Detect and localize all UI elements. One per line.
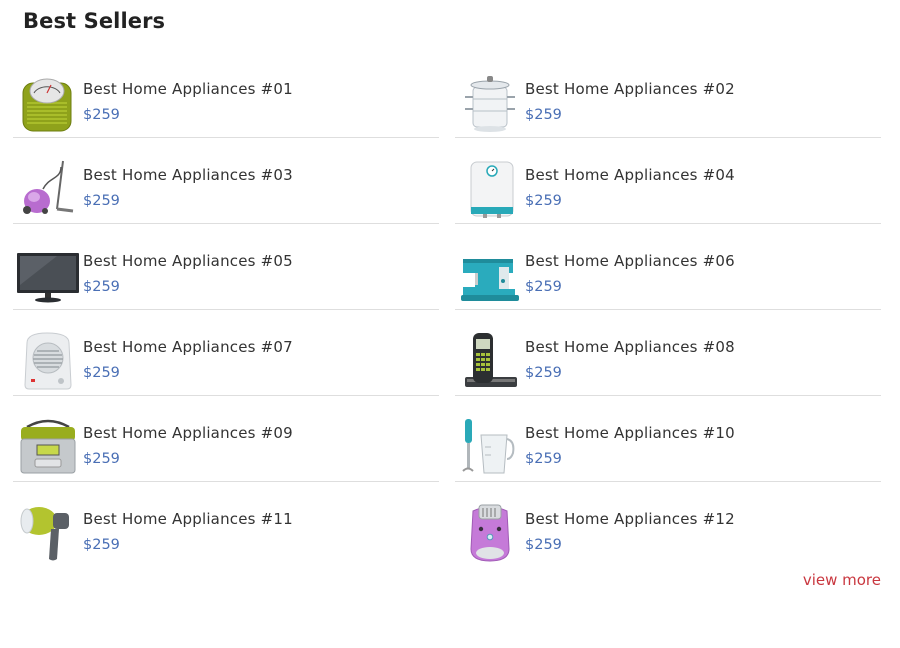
product-item-02[interactable]: Best Home Appliances #02 $259 <box>455 52 881 138</box>
water-heater-icon <box>470 161 514 218</box>
product-price: $259 <box>83 107 120 123</box>
product-price: $259 <box>83 365 120 381</box>
product-price: $259 <box>83 279 120 295</box>
product-item-09[interactable]: Best Home Appliances #09 $259 <box>13 396 439 482</box>
product-price: $259 <box>525 107 562 123</box>
product-item-08[interactable]: Best Home Appliances #08 $259 <box>455 310 881 396</box>
product-price: $259 <box>525 365 562 381</box>
sewing-machine-icon <box>461 259 519 301</box>
product-item-03[interactable]: Best Home Appliances #03 $259 <box>13 138 439 224</box>
product-item-10[interactable]: Best Home Appliances #10 $259 <box>455 396 881 482</box>
product-name[interactable]: Best Home Appliances #05 <box>83 252 293 270</box>
product-price: $259 <box>525 279 562 295</box>
product-price: $259 <box>525 537 562 553</box>
product-name[interactable]: Best Home Appliances #09 <box>83 424 293 442</box>
bathroom-scale-icon <box>22 78 72 132</box>
product-price: $259 <box>83 537 120 553</box>
section-title: Best Sellers <box>23 9 166 33</box>
hand-blender-icon <box>462 419 515 474</box>
fan-heater-icon <box>24 332 72 390</box>
rice-cooker-icon <box>20 419 76 474</box>
product-name[interactable]: Best Home Appliances #03 <box>83 166 293 184</box>
product-item-07[interactable]: Best Home Appliances #07 $259 <box>13 310 439 396</box>
product-name[interactable]: Best Home Appliances #08 <box>525 338 735 356</box>
product-name[interactable]: Best Home Appliances #01 <box>83 80 293 98</box>
product-item-05[interactable]: Best Home Appliances #05 $259 <box>13 224 439 310</box>
epilator-icon <box>470 504 510 562</box>
hair-dryer-icon <box>20 507 69 561</box>
product-item-06[interactable]: Best Home Appliances #06 $259 <box>455 224 881 310</box>
product-price: $259 <box>83 451 120 467</box>
product-item-11[interactable]: Best Home Appliances #11 $259 <box>13 482 439 568</box>
cordless-phone-icon <box>465 333 517 387</box>
product-item-12[interactable]: Best Home Appliances #12 $259 <box>455 482 881 568</box>
product-name[interactable]: Best Home Appliances #10 <box>525 424 735 442</box>
product-item-01[interactable]: Best Home Appliances #01 $259 <box>13 52 439 138</box>
product-price: $259 <box>83 193 120 209</box>
product-price: $259 <box>525 451 562 467</box>
television-icon <box>17 253 79 303</box>
product-name[interactable]: Best Home Appliances #12 <box>525 510 735 528</box>
vacuum-cleaner-icon <box>23 160 74 214</box>
steamer-pot-icon <box>465 76 515 132</box>
product-name[interactable]: Best Home Appliances #04 <box>525 166 735 184</box>
product-name[interactable]: Best Home Appliances #06 <box>525 252 735 270</box>
product-name[interactable]: Best Home Appliances #02 <box>525 80 735 98</box>
product-item-04[interactable]: Best Home Appliances #04 $259 <box>455 138 881 224</box>
product-name[interactable]: Best Home Appliances #11 <box>83 510 293 528</box>
product-name[interactable]: Best Home Appliances #07 <box>83 338 293 356</box>
product-price: $259 <box>525 193 562 209</box>
view-more-link[interactable]: view more <box>803 571 881 589</box>
